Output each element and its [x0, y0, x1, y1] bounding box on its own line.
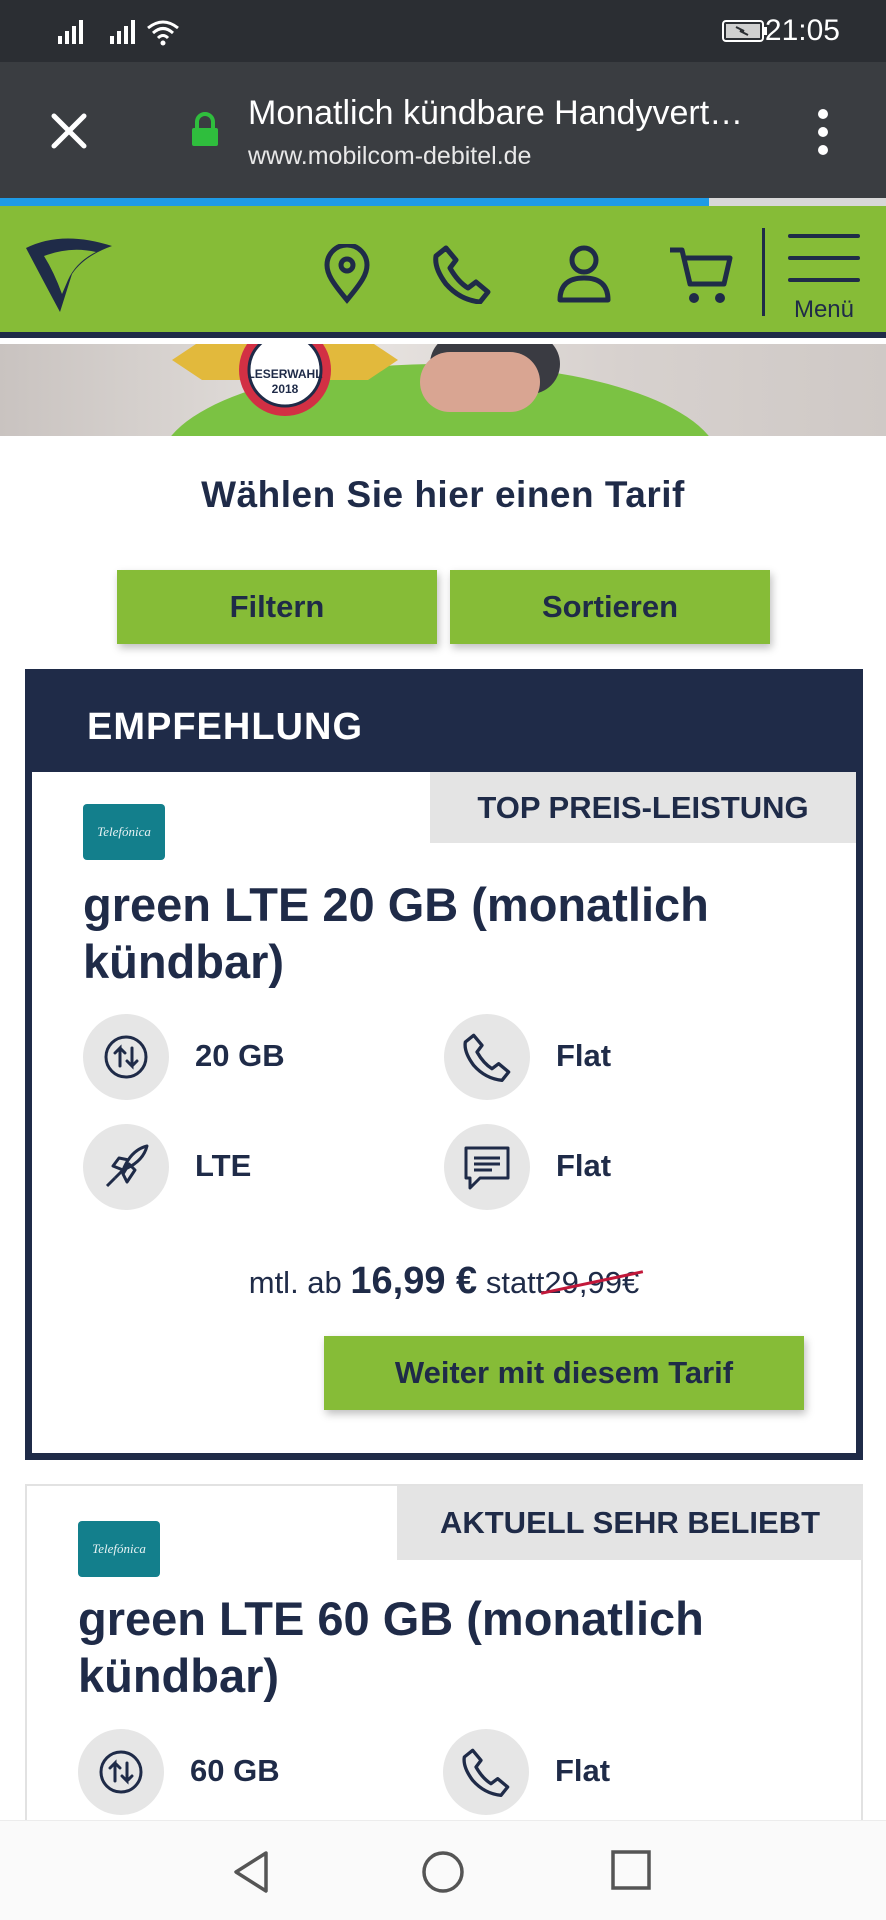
browser-toolbar: Monatlich kündbare Handyvert… www.mobilc… [0, 62, 886, 198]
header-divider [762, 228, 765, 316]
badge-text: LESERWAHL [247, 367, 322, 381]
feature-data: 20 GB [195, 1038, 285, 1073]
site-header: Menü [0, 206, 886, 338]
rocket-icon [83, 1124, 169, 1210]
phone-icon[interactable] [432, 244, 492, 304]
signal-icon [58, 20, 83, 44]
recommendation-header: EMPFEHLUNG [32, 676, 856, 772]
wifi-icon [147, 20, 179, 46]
location-icon[interactable] [322, 244, 372, 304]
provider-logo: Telefónica [78, 1521, 160, 1577]
system-nav-bar [0, 1820, 886, 1920]
signal-icon-2 [110, 20, 135, 44]
progress-fill [0, 198, 709, 206]
sort-button[interactable]: Sortieren [450, 570, 770, 644]
feature-calls: Flat [555, 1753, 611, 1788]
section-title: Wählen Sie hier einen Tarif [201, 474, 685, 515]
price-current: 16,99 € [350, 1260, 478, 1302]
filter-button[interactable]: Filtern [117, 570, 437, 644]
price-old: 29,99€ [541, 1265, 644, 1301]
clock: 21:05 [764, 14, 840, 47]
phone-icon [443, 1729, 529, 1815]
status-bar: 21:05 [0, 0, 886, 62]
battery-icon [722, 20, 767, 42]
tariff-tag: TOP PREIS-LEISTUNG [430, 772, 856, 843]
menu-label: Menü [793, 296, 855, 323]
home-icon[interactable] [420, 1849, 466, 1895]
data-transfer-icon [83, 1014, 169, 1100]
badge-year: 2018 [272, 382, 299, 396]
page-load-progress [0, 198, 886, 206]
feature-network: LTE [195, 1148, 252, 1183]
tariff-card: EMPFEHLUNG TOP PREIS-LEISTUNG Telefónica… [25, 669, 863, 1460]
close-tab-icon[interactable] [44, 106, 94, 156]
user-icon[interactable] [556, 244, 612, 304]
page-title: Monatlich kündbare Handyvert… [248, 94, 744, 132]
award-badge: LESERWAHL 2018 [172, 344, 398, 416]
price-line: mtl. ab 16,99 € statt29,99€ [32, 1260, 856, 1303]
select-tariff-button[interactable]: Weiter mit diesem Tarif [324, 1336, 804, 1410]
cart-icon[interactable] [668, 244, 734, 306]
menu-button[interactable]: Menü [788, 234, 860, 324]
tariff-title: green LTE 60 GB (monatlich kündbar) [78, 1592, 704, 1702]
message-icon [444, 1124, 530, 1210]
recents-icon[interactable] [610, 1849, 652, 1891]
feature-calls: Flat [556, 1038, 612, 1073]
tariff-tag: AKTUELL SEHR BELIEBT [397, 1486, 863, 1560]
url-text[interactable]: www.mobilcom-debitel.de [248, 142, 531, 171]
provider-logo: Telefónica [83, 804, 165, 860]
data-transfer-icon [78, 1729, 164, 1815]
phone-icon [444, 1014, 530, 1100]
tariff-title: green LTE 20 GB (monatlich kündbar) [83, 878, 709, 988]
hero-image: LESERWAHL 2018 [0, 344, 886, 436]
overflow-menu-icon[interactable] [816, 108, 830, 156]
feature-data: 60 GB [190, 1753, 280, 1788]
brand-logo[interactable] [22, 236, 114, 316]
feature-sms: Flat [556, 1148, 612, 1183]
menu-icon [788, 234, 860, 238]
back-icon[interactable] [230, 1849, 274, 1895]
lock-icon [192, 112, 218, 146]
